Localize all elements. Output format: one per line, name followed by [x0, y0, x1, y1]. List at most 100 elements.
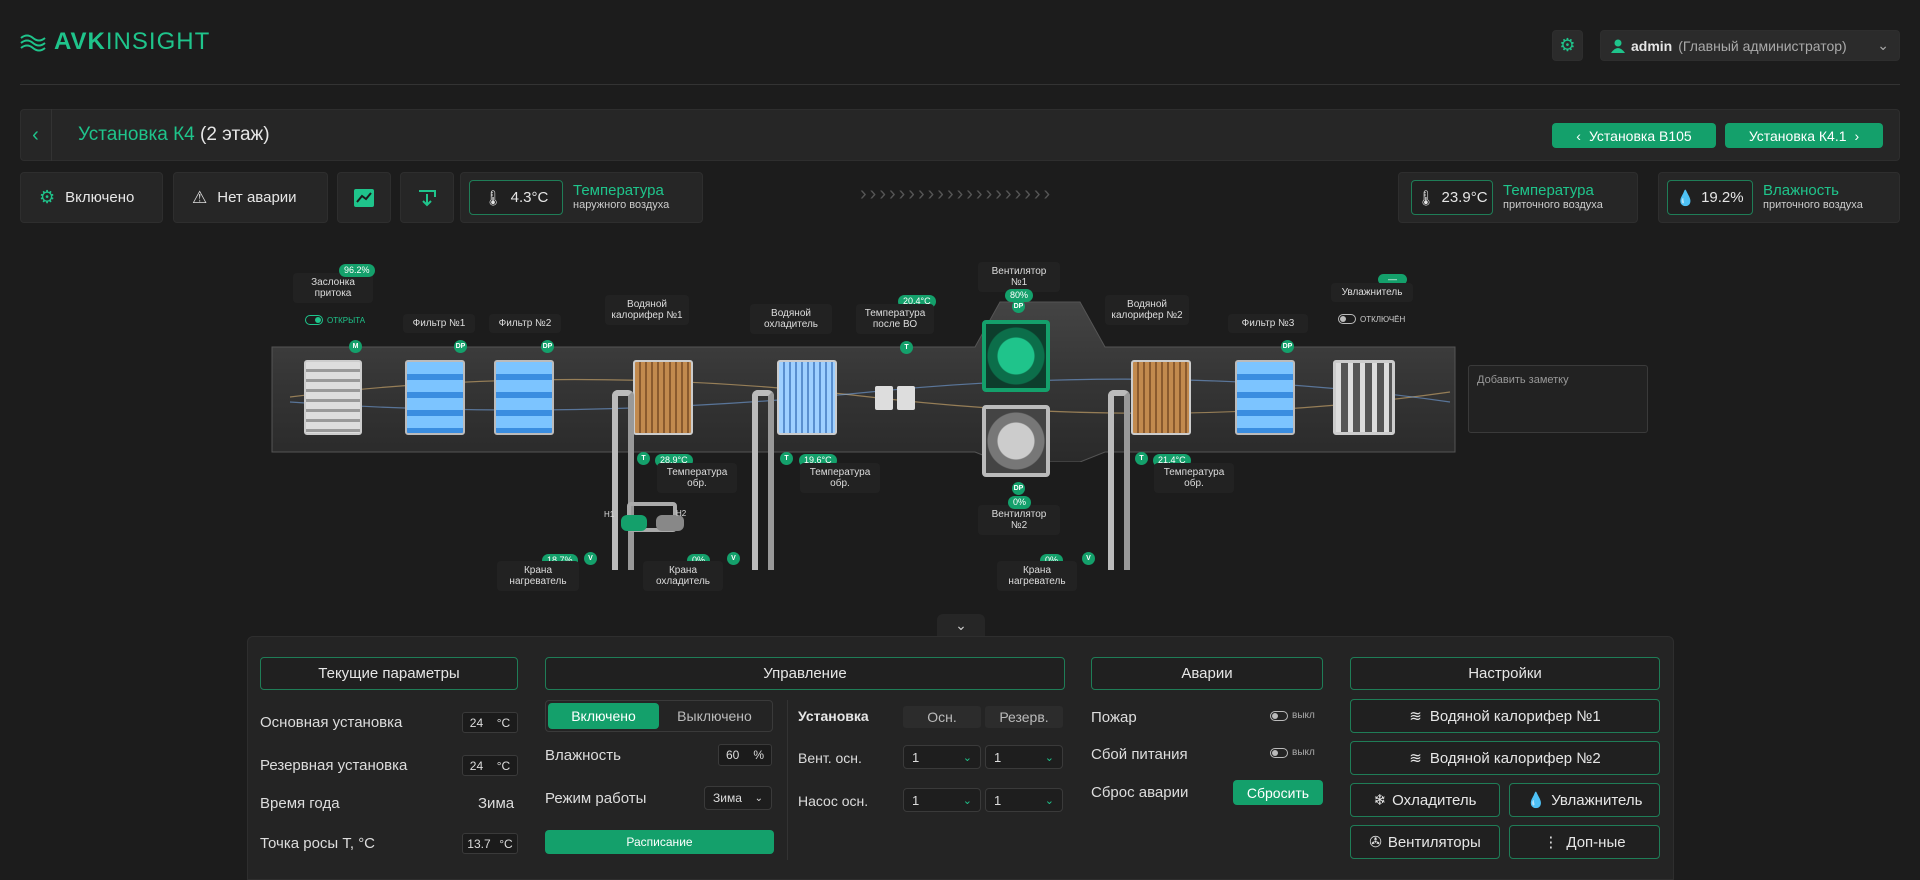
- damper-icon: [304, 360, 362, 435]
- export-button[interactable]: [400, 172, 454, 223]
- ret1-label: Температура обр.: [657, 463, 737, 493]
- reset-button[interactable]: Сбросить: [1233, 780, 1323, 805]
- param-dew-value: 13.7 °С: [462, 833, 518, 854]
- sensor-icon: [875, 386, 915, 410]
- chevron-down-icon: ⌄: [1877, 37, 1889, 53]
- damper-state-text: ОТКРЫТА: [327, 315, 366, 325]
- drop-icon: 💧: [1526, 792, 1546, 809]
- fan1-dp-marker: DP: [1012, 300, 1025, 313]
- supply-temp-value: 23.9°C: [1441, 189, 1488, 206]
- heater1-pipes: [612, 390, 634, 570]
- heat-waves-icon: ≋: [1409, 708, 1422, 725]
- fire-state-text: выкл: [1292, 710, 1315, 721]
- user-icon: [1611, 39, 1625, 53]
- param-dew-label: Точка росы Т, °С: [260, 835, 376, 852]
- cooler-icon: [777, 360, 837, 435]
- heater1-settings-button[interactable]: ≋ Водяной калорифер №1: [1350, 699, 1660, 733]
- mode-select[interactable]: Зима ⌄: [704, 786, 772, 810]
- chart-icon: [354, 188, 374, 207]
- fan2-value: 0%: [1008, 496, 1032, 509]
- humidity-label: Влажность: [545, 747, 621, 764]
- pump-res-select[interactable]: 1 ⌄: [985, 788, 1063, 812]
- valve3-label: Крана нагреватель: [997, 561, 1077, 591]
- fire-toggle: [1270, 710, 1288, 721]
- reset-label: Сброс аварии: [1091, 784, 1189, 801]
- power-toggle: Включено Выключено: [545, 700, 773, 732]
- pump2-label: Н2: [676, 509, 687, 518]
- note-field[interactable]: Добавить заметку: [1468, 365, 1648, 433]
- supply-temp-title: Температура: [1503, 181, 1594, 199]
- chevron-down-icon: ⌄: [955, 616, 967, 633]
- param-season-value: Зима: [478, 795, 515, 812]
- cooler-settings-label: Охладитель: [1392, 791, 1477, 809]
- damper-pct-badge: 96.2%: [339, 264, 375, 277]
- cooler-settings-button[interactable]: ❄ Охладитель: [1350, 783, 1500, 817]
- supply-temp-sub: приточного воздуха: [1503, 198, 1603, 211]
- pump-main-select[interactable]: 1 ⌄: [903, 788, 981, 812]
- pump1-label: Н1: [604, 510, 615, 519]
- humidifier-label: Увлажнитель: [1331, 283, 1413, 302]
- gear-icon: ⚙: [1559, 35, 1576, 55]
- trend-button[interactable]: [337, 172, 391, 223]
- heater2-settings-label: Водяной калорифер №2: [1429, 749, 1601, 767]
- param-reserve-number: 24: [469, 758, 484, 773]
- settings-gear-button[interactable]: ⚙: [1552, 30, 1583, 61]
- humidifier-settings-label: Увлажнитель: [1551, 791, 1643, 809]
- fan-main-value: 1: [912, 749, 920, 765]
- state-chip: ⚙ Включено: [20, 172, 163, 223]
- collapse-button[interactable]: ⌄: [937, 614, 985, 636]
- col-main: Осн.: [903, 706, 981, 728]
- fan-icon: ✇: [1369, 834, 1382, 851]
- user-role: (Главный администратор): [1678, 37, 1847, 54]
- power-on-button[interactable]: Включено: [548, 703, 659, 729]
- fan2-label: Вентилятор №2: [978, 505, 1060, 535]
- outside-temp-sub: наружного воздуха: [573, 198, 670, 211]
- heater1-label: Водяной калорифер №1: [605, 295, 689, 325]
- humidifier-settings-button[interactable]: 💧 Увлажнитель: [1509, 783, 1660, 817]
- mode-value: Зима: [713, 791, 742, 805]
- logo-waves-icon: [20, 34, 46, 52]
- ret2-t-marker: T: [780, 452, 793, 465]
- damper-label: Заслонка притока: [293, 273, 373, 303]
- valve3-v-marker: V: [1082, 552, 1095, 565]
- heater1-icon: [633, 360, 693, 435]
- pump-label: Насос осн.: [798, 793, 869, 809]
- pump1-icon: [621, 515, 647, 531]
- drop-icon: 💧: [1676, 189, 1696, 207]
- param-dew-number: 13.7: [467, 836, 491, 851]
- param-main-number: 24: [469, 715, 484, 730]
- thermometer-icon: 🌡: [1416, 189, 1436, 207]
- param-main-unit: °С: [496, 715, 511, 730]
- next-unit-button[interactable]: Установка К4.1 ›: [1725, 123, 1883, 148]
- gear-icon: ⚙: [39, 187, 56, 207]
- humidity-input[interactable]: 60%: [718, 744, 772, 766]
- unit-name: Установка К4: [78, 124, 195, 145]
- prev-unit-button[interactable]: ‹ Установка В105: [1552, 123, 1716, 148]
- fire-state: выкл: [1270, 710, 1315, 721]
- damper-state[interactable]: ОТКРЫТА: [305, 315, 365, 325]
- user-menu[interactable]: admin (Главный администратор) ⌄: [1600, 30, 1900, 61]
- col-reserve: Резерв.: [985, 706, 1063, 728]
- more-settings-button[interactable]: ⋮ Доп-ные: [1509, 825, 1660, 859]
- filter1-label: Фильтр №1: [403, 314, 475, 333]
- heater2-pipes: [1108, 390, 1130, 570]
- control-divider: [787, 700, 788, 860]
- mode-label: Режим работы: [545, 790, 647, 807]
- damper-toggle[interactable]: [305, 315, 323, 325]
- supply-hum-title: Влажность: [1763, 181, 1839, 199]
- fan-res-select[interactable]: 1 ⌄: [985, 745, 1063, 769]
- humidifier-toggle[interactable]: [1338, 314, 1356, 324]
- fans-settings-button[interactable]: ✇ Вентиляторы: [1350, 825, 1500, 859]
- fan-main-select[interactable]: 1 ⌄: [903, 745, 981, 769]
- valve1-v-marker: V: [584, 552, 597, 565]
- control-title: Управление: [545, 657, 1065, 690]
- temp-after-t-marker: T: [900, 341, 913, 354]
- humidity-number: 60: [725, 748, 740, 762]
- humidifier-icon: [1333, 360, 1395, 435]
- heater2-settings-button[interactable]: ≋ Водяной калорифер №2: [1350, 741, 1660, 775]
- back-button[interactable]: ‹: [20, 109, 52, 161]
- humidifier-state[interactable]: ОТКЛЮЧЁН: [1338, 314, 1405, 324]
- power-off-button[interactable]: Выключено: [659, 703, 770, 729]
- schedule-button[interactable]: Расписание: [545, 830, 774, 854]
- valve2-v-marker: V: [727, 552, 740, 565]
